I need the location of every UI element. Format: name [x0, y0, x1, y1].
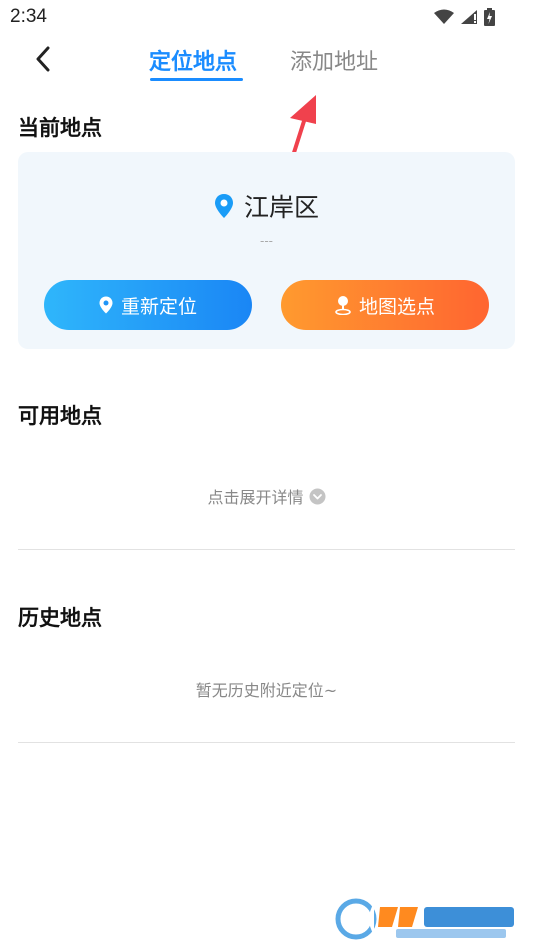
location-name: 江岸区 [243, 193, 319, 222]
current-location-card: 江岸区 --- 重新定位 地图选点 [18, 152, 515, 349]
expand-details-button[interactable]: 点击展开详情 [0, 484, 533, 508]
relocate-button[interactable]: 重新定位 [44, 280, 252, 330]
expand-details-label: 点击展开详情 [207, 488, 304, 507]
available-locations-title: 可用地点 [18, 404, 102, 428]
location-pin-icon [214, 194, 233, 218]
history-empty-text: 暂无历史附近定位~ [195, 681, 338, 700]
divider [18, 742, 515, 743]
history-locations-title: 历史地点 [18, 606, 102, 630]
tab-locate-place[interactable]: 定位地点 [149, 44, 237, 76]
back-arrow-icon [36, 46, 50, 72]
status-icons [434, 8, 495, 26]
chevron-down-icon [309, 488, 325, 504]
wifi-icon [434, 9, 454, 24]
relocate-label: 重新定位 [120, 295, 197, 318]
location-pin-icon [99, 296, 113, 314]
battery-icon [484, 8, 495, 26]
location-row: 江岸区 [18, 188, 515, 224]
tab-add-address[interactable]: 添加地址 [290, 44, 378, 76]
current-location-title: 当前地点 [18, 116, 102, 140]
active-tab-indicator [150, 78, 243, 81]
map-pick-label: 地图选点 [358, 295, 435, 318]
divider [18, 549, 515, 550]
location-subtext: --- [260, 234, 273, 248]
back-button[interactable] [28, 42, 58, 76]
map-pin-icon [335, 296, 351, 315]
watermark-logo [335, 898, 514, 940]
signal-icon [461, 10, 477, 24]
map-pick-button[interactable]: 地图选点 [281, 280, 489, 330]
status-time: 2:34 [10, 6, 47, 27]
